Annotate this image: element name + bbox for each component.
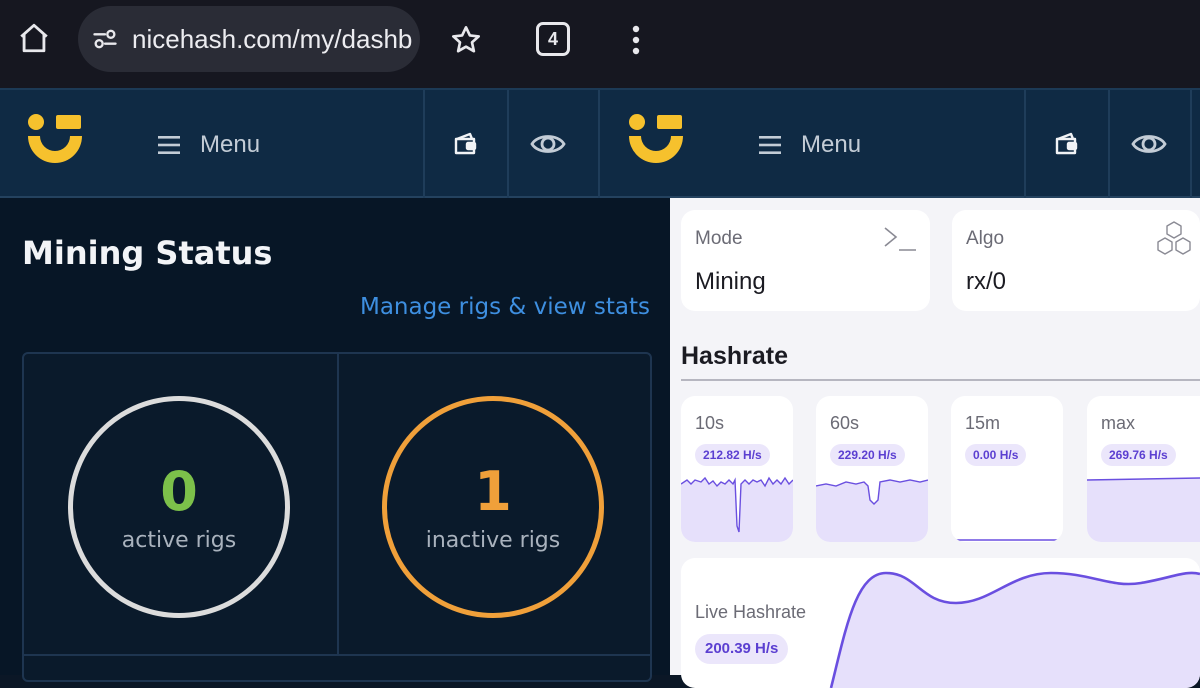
window-label: 10s (695, 413, 725, 433)
rigs-divider (337, 354, 339, 654)
manage-rigs-link[interactable]: Manage rigs & view stats (360, 294, 650, 320)
hashrate-value-badge: 269.76 H/s (1101, 444, 1176, 466)
menu-button[interactable]: Menu (759, 120, 861, 170)
inactive-rigs-ring[interactable]: 1 inactive rigs (382, 396, 604, 618)
mode-label: Mode (695, 228, 743, 249)
hashrate-divider (681, 379, 1200, 381)
active-rigs-ring[interactable]: 0 active rigs (68, 396, 290, 618)
browser-toolbar: nicehash.com/my/dashboard 4 (0, 0, 1200, 88)
tab-count: 4 (547, 28, 558, 49)
mode-value: Mining (695, 268, 766, 295)
header-divider (1108, 90, 1110, 198)
nicehash-header: Menu Menu (0, 88, 1200, 198)
address-bar[interactable]: nicehash.com/my/dashboard (78, 6, 420, 72)
menu-label: Menu (801, 131, 862, 158)
window-label: 60s (830, 413, 860, 433)
wallet-icon[interactable] (1051, 124, 1083, 164)
header-divider (598, 90, 600, 198)
sparkline-max (1087, 477, 1200, 542)
live-hashrate-card: Live Hashrate 200.39 H/s (681, 558, 1200, 688)
hamburger-icon (759, 136, 781, 154)
eye-icon[interactable] (1129, 124, 1169, 164)
site-settings-icon[interactable] (90, 24, 120, 54)
more-vert-icon[interactable] (622, 20, 650, 60)
menu-label: Menu (200, 131, 261, 158)
live-hashrate-chart (829, 571, 1200, 688)
cubes-icon (1157, 221, 1191, 255)
url-text[interactable]: nicehash.com/my/dashboard (132, 6, 412, 72)
header-divider (1190, 90, 1192, 198)
mode-card: Mode Mining (681, 210, 930, 311)
window-label: max (1101, 413, 1136, 433)
hashrate-value-badge: 0.00 H/s (965, 444, 1027, 466)
rigs-summary-box: 0 active rigs 1 inactive rigs (22, 352, 652, 682)
hashrate-title: Hashrate (681, 342, 788, 370)
active-rigs-label: active rigs (121, 527, 237, 553)
page-title: Mining Status (22, 234, 273, 272)
inactive-rigs-count: 1 (474, 459, 512, 523)
hashrate-60s-card: 60s 229.20 H/s (816, 396, 928, 542)
hashrate-10s-card: 10s 212.82 H/s (681, 396, 793, 542)
algo-card: Algo rx/0 (952, 210, 1200, 311)
header-divider (423, 90, 425, 198)
mining-status-panel: Mining Status Manage rigs & view stats 0… (0, 198, 670, 682)
window-label: 15m (965, 413, 1001, 433)
algo-value: rx/0 (966, 268, 1007, 295)
hashrate-max-card: max 269.76 H/s (1087, 396, 1200, 542)
terminal-icon (884, 227, 916, 251)
inactive-rigs-label: inactive rigs (425, 527, 561, 553)
algo-label: Algo (966, 228, 1005, 249)
star-icon[interactable] (446, 20, 486, 60)
nicehash-logo[interactable] (26, 112, 84, 174)
eye-icon[interactable] (528, 124, 568, 164)
active-rigs-count: 0 (160, 459, 198, 523)
header-divider (1024, 90, 1026, 198)
menu-button[interactable]: Menu (158, 120, 260, 170)
sparkline-10s (681, 476, 793, 542)
rigs-divider (24, 654, 650, 656)
hamburger-icon (158, 136, 180, 154)
hashrate-15m-card: 15m 0.00 H/s (951, 396, 1063, 542)
miner-dashboard: Mode Mining Algo rx/0 Hashrate 10s 212.8… (670, 198, 1200, 688)
tabs-icon[interactable]: 4 (536, 22, 570, 56)
home-icon[interactable] (14, 18, 54, 58)
sparkline-15m (951, 539, 1063, 541)
hashrate-value-badge: 212.82 H/s (695, 444, 770, 466)
sparkline-60s (816, 479, 928, 542)
header-divider (507, 90, 509, 198)
hashrate-value-badge: 229.20 H/s (830, 444, 905, 466)
wallet-icon[interactable] (450, 124, 482, 164)
nicehash-logo[interactable] (627, 112, 685, 174)
